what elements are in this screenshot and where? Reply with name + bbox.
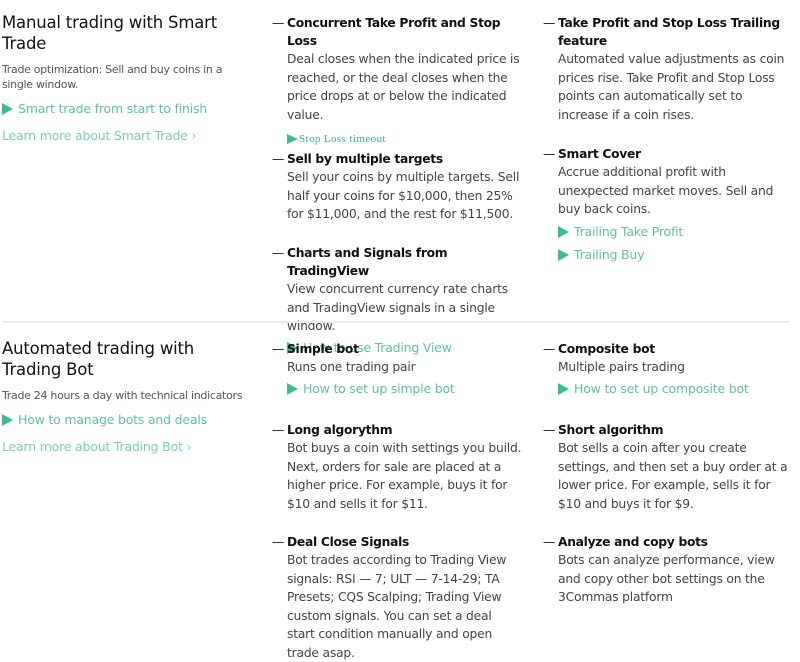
link-label: Learn more about Trading Bot [2, 439, 183, 454]
feature-title: Concurrent Take Profit and Stop Loss [287, 16, 501, 48]
learn-more-smart-trade-link[interactable]: Learn more about Smart Trade › [2, 127, 252, 145]
play-triangle-icon [2, 414, 13, 426]
section-subtitle: Trade 24 hours a day with technical indi… [2, 389, 243, 402]
trailing-take-profit-link[interactable]: Trailing Take Profit [558, 223, 793, 241]
trading-bot-intro: Automated trading with Trading Bot Trade… [2, 338, 252, 456]
chevron-right-icon: › [191, 128, 197, 143]
how-to-set-up-composite-bot-link[interactable]: How to set up composite bot [558, 380, 793, 398]
feature-description: Bot buys a coin with settings you build.… [287, 441, 522, 511]
dash-icon: — [543, 342, 555, 356]
link-label: Stop Loss timeout [299, 133, 386, 145]
chevron-right-icon: › [186, 439, 192, 454]
feature-title: Simple bot [287, 342, 359, 356]
stop-loss-timeout-link[interactable]: Stop Loss timeout [287, 130, 522, 148]
video-link-trading-bot[interactable]: How to manage bots and deals [2, 411, 252, 429]
feature-title: Smart Cover [558, 147, 641, 161]
play-triangle-icon [558, 382, 569, 395]
link-label: Learn more about Smart Trade [2, 128, 188, 143]
link-label: Smart trade from start to finish [18, 101, 208, 116]
feature-title: Analyze and copy bots [558, 535, 708, 549]
feature-description: Bots can analyze performance, view and c… [558, 553, 775, 604]
smart-trade-intro: Manual trading with Smart Trade Trade op… [2, 12, 252, 145]
feature-long-algorythm: — Long algorythm Bot buys a coin with set… [272, 421, 522, 513]
link-label: How to set up composite bot [574, 380, 749, 396]
feature-title: Sell by multiple targets [287, 152, 443, 166]
feature-description: Bot trades according to Trading View sig… [287, 553, 507, 660]
play-triangle-icon [2, 103, 13, 115]
section-divider [2, 321, 790, 323]
smart-trade-section: Manual trading with Smart Trade Trade op… [0, 0, 800, 355]
dash-icon: — [272, 342, 284, 356]
feature-title: Deal Close Signals [287, 535, 410, 549]
feature-title: Long algorythm [287, 423, 393, 437]
link-label: Trailing Take Profit [574, 223, 684, 239]
play-triangle-icon [558, 225, 569, 238]
feature-description: Sell your coins by multiple targets. Sel… [287, 170, 520, 221]
dash-icon: — [543, 16, 555, 30]
dash-icon: — [272, 423, 284, 437]
feature-smart-cover: — Smart Cover Accrue additional profit wi… [543, 145, 793, 264]
feature-short-algorithm: — Short algorithm Bot sells a coin after … [543, 421, 793, 513]
feature-title: Short algorithm [558, 423, 664, 437]
feature-concurrent-tp-sl: — Concurrent Take Profit and Stop Loss De… [272, 14, 522, 148]
feature-composite-bot: — Composite bot Multiple pairs trading Ho… [543, 340, 793, 398]
link-label: How to set up simple bot [303, 380, 455, 396]
feature-title: Take Profit and Stop Loss Trailing featu… [558, 16, 780, 48]
section-subtitle: Trade optimization: Sell and buy coins i… [2, 63, 223, 91]
dash-icon: — [272, 246, 284, 260]
how-to-set-up-simple-bot-link[interactable]: How to set up simple bot [287, 380, 522, 398]
dash-icon: — [272, 152, 284, 166]
feature-multiple-targets: — Sell by multiple targets Sell your coin… [272, 150, 522, 224]
feature-description: Deal closes when the indicated price is … [287, 52, 520, 122]
dash-icon: — [272, 535, 284, 549]
trailing-buy-link[interactable]: Trailing Buy [558, 246, 793, 264]
play-triangle-icon [287, 382, 298, 395]
feature-trailing: — Take Profit and Stop Loss Trailing feat… [543, 14, 793, 124]
dash-icon: — [543, 147, 555, 161]
feature-title: Composite bot [558, 342, 655, 356]
link-label: Trailing Buy [574, 246, 645, 262]
feature-description: Accrue additional profit with unexpected… [558, 165, 774, 216]
feature-description: Runs one trading pair [287, 360, 416, 374]
learn-more-trading-bot-link[interactable]: Learn more about Trading Bot › [2, 438, 252, 456]
feature-analyze-copy-bots: — Analyze and copy bots Bots can analyze … [543, 533, 793, 607]
feature-deal-close-signals: — Deal Close Signals Bot trades according… [272, 533, 522, 662]
section-title: Manual trading with Smart Trade [2, 13, 217, 53]
trading-bot-section: Automated trading with Trading Bot Trade… [0, 325, 800, 660]
feature-simple-bot: — Simple bot Runs one trading pair How to… [272, 340, 522, 398]
link-label: How to manage bots and deals [18, 412, 207, 427]
play-triangle-icon [287, 134, 298, 144]
video-link-smart-trade[interactable]: Smart trade from start to finish [2, 100, 252, 118]
feature-description: Automated value adjustments as coin pric… [558, 52, 785, 122]
feature-description: Bot sells a coin after you create settin… [558, 441, 788, 511]
dash-icon: — [543, 535, 555, 549]
feature-description: Multiple pairs trading [558, 360, 685, 374]
play-triangle-icon [558, 248, 569, 261]
feature-title: Charts and Signals from TradingView [287, 246, 448, 278]
section-title: Automated trading with Trading Bot [2, 339, 195, 379]
dash-icon: — [543, 423, 555, 437]
dash-icon: — [272, 16, 284, 30]
